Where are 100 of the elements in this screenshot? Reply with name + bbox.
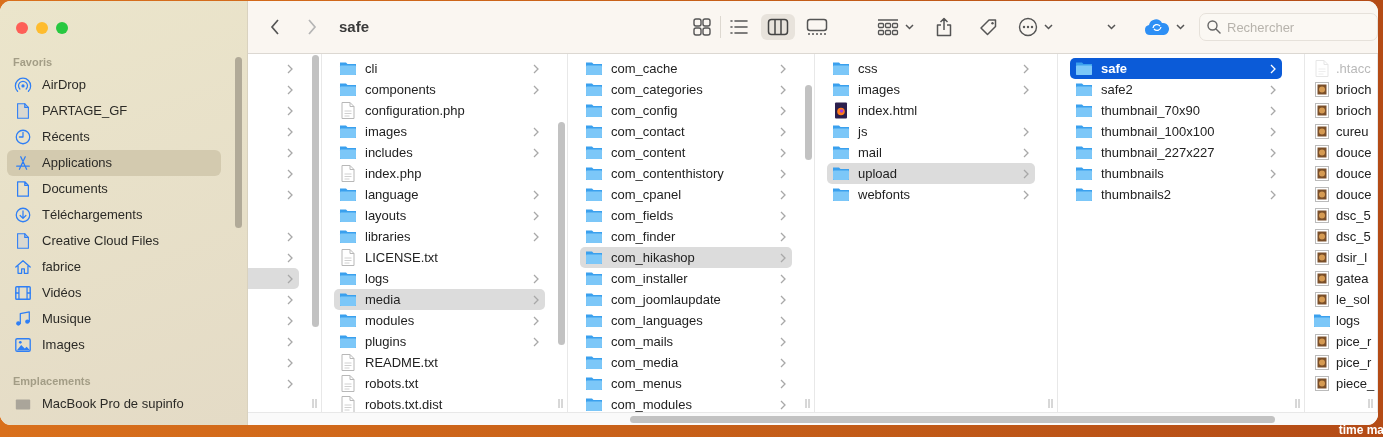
list-item[interactable]: douce <box>1311 184 1377 205</box>
list-item[interactable]: images <box>334 121 545 142</box>
list-item[interactable]: com_contenthistory <box>580 163 792 184</box>
list-item[interactable]: images <box>827 79 1035 100</box>
gallery-icon <box>806 18 828 36</box>
zoom-button[interactable] <box>56 22 68 34</box>
list-item[interactable]: com_installer <box>580 268 792 289</box>
list-item[interactable]: brioch <box>1311 100 1377 121</box>
scrollbar-thumb[interactable] <box>805 85 812 160</box>
list-item[interactable]: com_contact <box>580 121 792 142</box>
sidebar-item[interactable]: Applications <box>7 150 221 176</box>
chevron-icon <box>1023 63 1029 74</box>
list-item[interactable]: cureu <box>1311 121 1377 142</box>
sidebar-item[interactable]: PARTAGE_GF <box>7 98 221 124</box>
search-icon <box>1207 20 1221 34</box>
list-item[interactable]: mail <box>827 142 1035 163</box>
sidebar-item[interactable]: Musique <box>7 306 221 332</box>
list-item[interactable]: douce <box>1311 163 1377 184</box>
list-item[interactable]: com_cpanel <box>580 184 792 205</box>
list-item[interactable]: css <box>827 58 1035 79</box>
list-item[interactable]: safe <box>1070 58 1282 79</box>
list-item[interactable]: com_fields <box>580 205 792 226</box>
list-item[interactable]: thumbnails2 <box>1070 184 1282 205</box>
list-item[interactable]: thumbnails <box>1070 163 1282 184</box>
folder-icon <box>585 271 603 286</box>
list-item[interactable]: layouts <box>334 205 545 226</box>
list-item[interactable]: thumbnail_70x90 <box>1070 100 1282 121</box>
list-item[interactable]: modules <box>334 310 545 331</box>
list-item[interactable]: cli <box>334 58 545 79</box>
chevron-icon <box>780 273 786 284</box>
column-view-button[interactable] <box>761 14 795 40</box>
list-item[interactable]: com_joomlaupdate <box>580 289 792 310</box>
more-icon <box>1017 17 1038 37</box>
list-item[interactable]: com_categories <box>580 79 792 100</box>
sidebar-item[interactable]: fabrice <box>7 254 221 280</box>
list-item[interactable]: com_modules <box>580 394 792 412</box>
image-file-icon <box>1315 270 1329 287</box>
list-item[interactable]: com_hikashop <box>580 247 792 268</box>
list-item[interactable]: includes <box>334 142 545 163</box>
list-item[interactable]: plugins <box>334 331 545 352</box>
list-item[interactable]: dsc_5 <box>1311 226 1377 247</box>
sidebar-item[interactable]: Creative Cloud Files <box>7 228 221 254</box>
folder-icon <box>339 271 357 286</box>
scrollbar-thumb[interactable] <box>312 55 319 327</box>
sidebar-item[interactable]: AirDrop <box>7 72 221 98</box>
folder-icon <box>585 229 603 244</box>
chevron-icon <box>287 336 293 347</box>
list-item[interactable]: pice_r <box>1311 352 1377 373</box>
list-item[interactable]: douce <box>1311 142 1377 163</box>
list-item[interactable]: media <box>334 289 545 310</box>
sidebar-item[interactable]: Documents <box>7 176 221 202</box>
list-item[interactable] <box>248 268 299 289</box>
folder-icon <box>339 229 357 244</box>
list-item[interactable]: pice_r <box>1311 331 1377 352</box>
chevron-icon <box>533 84 539 95</box>
list-item[interactable]: com_mails <box>580 331 792 352</box>
image-file-icon <box>1315 228 1329 245</box>
list-item[interactable]: js <box>827 121 1035 142</box>
list-item[interactable]: libraries <box>334 226 545 247</box>
list-item[interactable]: robots.txt.dist <box>334 394 545 412</box>
list-item[interactable]: webfonts <box>827 184 1035 205</box>
list-item[interactable]: LICENSE.txt <box>334 247 545 268</box>
sidebar-item[interactable]: Images <box>7 332 221 358</box>
list-item[interactable]: components <box>334 79 545 100</box>
list-item[interactable]: logs <box>334 268 545 289</box>
list-item[interactable]: safe2 <box>1070 79 1282 100</box>
list-item[interactable]: brioch <box>1311 79 1377 100</box>
minimize-button[interactable] <box>36 22 48 34</box>
list-item[interactable]: logs <box>1311 310 1377 331</box>
close-button[interactable] <box>16 22 28 34</box>
scrollbar-thumb[interactable] <box>235 57 242 228</box>
list-item[interactable]: piece_ <box>1311 373 1377 394</box>
list-item[interactable]: thumbnail_227x227 <box>1070 142 1282 163</box>
scrollbar-thumb[interactable] <box>630 416 1275 423</box>
sidebar-item[interactable]: Vidéos <box>7 280 221 306</box>
list-item[interactable]: com_config <box>580 100 792 121</box>
list-item[interactable]: com_menus <box>580 373 792 394</box>
list-item[interactable]: dsc_5 <box>1311 205 1377 226</box>
list-item[interactable]: upload <box>827 163 1035 184</box>
list-item[interactable]: thumbnail_100x100 <box>1070 121 1282 142</box>
search-field[interactable]: Rechercher <box>1199 13 1378 41</box>
list-item[interactable]: README.txt <box>334 352 545 373</box>
sidebar-item[interactable]: Téléchargements <box>7 202 221 228</box>
list-item[interactable]: le_sol <box>1311 289 1377 310</box>
chevron-icon <box>1023 147 1029 158</box>
list-item[interactable]: com_cache <box>580 58 792 79</box>
list-item[interactable]: language <box>334 184 545 205</box>
scrollbar-thumb[interactable] <box>558 122 565 345</box>
list-item[interactable]: configuration.php <box>334 100 545 121</box>
sidebar-item[interactable]: MacBook Pro de supinfo <box>7 391 221 417</box>
list-item[interactable]: com_finder <box>580 226 792 247</box>
list-item[interactable]: dsir_l <box>1311 247 1377 268</box>
list-item[interactable]: com_languages <box>580 310 792 331</box>
list-item[interactable]: robots.txt <box>334 373 545 394</box>
list-item[interactable]: gatea <box>1311 268 1377 289</box>
list-item[interactable]: com_media <box>580 352 792 373</box>
list-item[interactable]: com_content <box>580 142 792 163</box>
list-item[interactable]: index.php <box>334 163 545 184</box>
list-item[interactable]: index.html <box>827 100 1035 121</box>
sidebar-item[interactable]: Récents <box>7 124 221 150</box>
